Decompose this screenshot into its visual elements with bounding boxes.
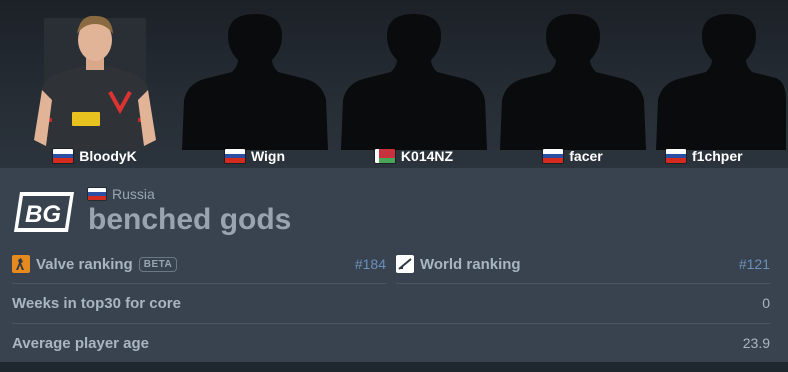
russia-flag-icon <box>53 149 74 163</box>
team-logo-icon: BG <box>14 192 74 232</box>
team-country: Russia <box>88 186 155 202</box>
country-name: Russia <box>112 186 155 202</box>
player-name: Wign <box>250 148 286 164</box>
player-photo <box>34 15 156 150</box>
player-card[interactable]: facer <box>498 0 648 168</box>
player-name-row: Wign <box>180 146 330 166</box>
player-name-row: f1chper <box>636 146 786 166</box>
average-age-label: Average player age <box>12 334 150 352</box>
player-silhouette-icon <box>656 14 786 150</box>
team-lineup: BloodyK Wign K014NZ facer f1chper <box>0 0 788 168</box>
valve-ranking-value[interactable]: #184 <box>355 256 386 272</box>
divider <box>12 323 770 324</box>
player-card[interactable]: Wign <box>180 0 330 168</box>
valve-ranking-row[interactable]: Valve ranking BETA #184 <box>12 247 386 281</box>
valve-ranking-label: Valve ranking <box>36 255 133 273</box>
russia-flag-icon <box>224 149 245 163</box>
divider <box>396 283 770 284</box>
player-silhouette-icon <box>500 14 646 150</box>
weeks-in-top30-value: 0 <box>762 295 770 311</box>
belarus-flag-icon <box>374 149 395 163</box>
player-name-row: facer <box>498 146 648 166</box>
player-name: BloodyK <box>79 148 137 164</box>
world-ranking-label: World ranking <box>420 255 521 273</box>
weeks-in-top30-label: Weeks in top30 for core <box>12 294 181 312</box>
team-logo-text: BG <box>25 201 61 228</box>
team-name: benched gods <box>88 203 292 236</box>
world-ranking-value[interactable]: #121 <box>739 256 770 272</box>
russia-flag-icon <box>666 149 686 163</box>
weeks-in-top30-row: Weeks in top30 for core 0 <box>12 286 770 320</box>
player-name-row: K014NZ <box>339 146 489 166</box>
beta-badge: BETA <box>138 256 178 272</box>
valve-ranking-icon <box>12 255 30 273</box>
average-age-row: Average player age 23.9 <box>12 326 770 360</box>
player-name: facer <box>569 148 603 164</box>
player-card[interactable]: K014NZ <box>339 0 489 168</box>
player-name-row: BloodyK <box>20 146 170 166</box>
player-card[interactable]: f1chper <box>636 0 786 168</box>
player-card[interactable]: BloodyK <box>20 0 170 168</box>
player-name: K014NZ <box>400 148 454 164</box>
average-age-value: 23.9 <box>742 335 770 351</box>
bottom-bar <box>0 362 788 372</box>
player-silhouette-icon <box>182 14 328 150</box>
russia-flag-icon <box>543 149 564 163</box>
player-name: f1chper <box>692 148 743 164</box>
team-stats: Valve ranking BETA #184 World ranking #1… <box>0 246 788 362</box>
russia-flag-icon <box>88 188 106 200</box>
player-silhouette-icon <box>341 14 487 150</box>
world-ranking-row[interactable]: World ranking #121 <box>396 247 770 281</box>
world-ranking-icon <box>396 255 414 273</box>
team-card: BloodyK Wign K014NZ facer f1chper BG Rus… <box>0 0 788 372</box>
divider <box>12 283 386 284</box>
